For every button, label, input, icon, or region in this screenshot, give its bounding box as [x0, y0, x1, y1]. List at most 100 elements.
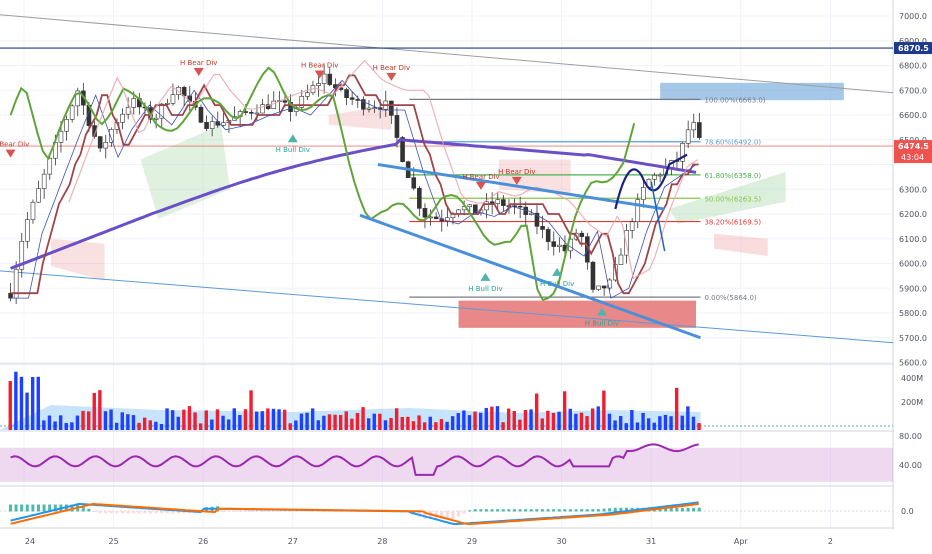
macd-histogram-bar	[507, 509, 511, 512]
macd-histogram-bar	[456, 511, 460, 517]
volume-bar	[406, 416, 410, 430]
volume-bar	[568, 408, 572, 430]
time-tick-label: 28	[377, 537, 387, 546]
volume-bar	[14, 371, 18, 430]
volume-bar	[322, 415, 326, 430]
volume-bar	[462, 410, 466, 430]
candle-body	[540, 226, 545, 230]
macd-histogram-bar	[227, 511, 231, 512]
price-tick-label: 7000.0	[899, 12, 927, 21]
candle-body	[551, 241, 557, 247]
candle-body	[47, 157, 53, 175]
bear-divergence-label: H Bear Div	[0, 141, 29, 149]
volume-bar	[25, 392, 29, 430]
volume-bar	[562, 391, 567, 430]
volume-bar	[624, 423, 628, 430]
macd-histogram-bar	[120, 511, 124, 514]
volume-bar	[282, 409, 287, 430]
volume-bar	[176, 416, 180, 430]
volume-bar	[394, 408, 399, 430]
volume-bar	[574, 413, 578, 430]
candle-body	[165, 103, 170, 105]
chart-root: 100.00%(6663.0) 78.60%(6492.0) 61.80%(6358…	[0, 0, 932, 550]
macd-histogram-bar	[462, 511, 466, 514]
candle-body	[221, 122, 226, 126]
candle-body	[327, 73, 333, 85]
rsi-band	[0, 447, 893, 482]
macd-histogram-bar	[568, 509, 572, 512]
macd-histogram-bar	[42, 504, 46, 512]
macd-histogram-bar	[311, 511, 315, 512]
macd-histogram-bar	[692, 507, 696, 512]
macd-histogram-bar	[148, 511, 152, 514]
volume-bar	[81, 410, 85, 430]
price-tick-label: 6600.0	[899, 111, 927, 120]
volume-bar	[86, 411, 91, 430]
volume-bar	[327, 414, 332, 430]
volume-bar	[288, 423, 292, 430]
candle-body	[618, 254, 624, 265]
chart-svg: 100.00%(6663.0) 78.60%(6492.0) 61.80%(6358…	[0, 0, 932, 550]
volume-bar	[523, 410, 528, 430]
price-tick-label: 5800.0	[899, 309, 927, 318]
volume-bar	[8, 381, 12, 430]
volume-bar	[652, 422, 656, 430]
candle-body	[316, 83, 321, 86]
macd-histogram-bar	[277, 511, 281, 512]
volume-bar	[254, 411, 259, 430]
candle-body	[596, 285, 601, 290]
candle-body	[170, 94, 176, 104]
macd-histogram-bar	[171, 511, 175, 514]
bear-divergence-label: H Bear Div	[180, 59, 217, 67]
volume-bar	[361, 407, 365, 430]
macd-histogram-bar	[92, 511, 96, 512]
volume-bar	[478, 412, 483, 430]
candle-body	[41, 173, 47, 189]
candle-body	[64, 119, 69, 132]
candle-body	[433, 216, 439, 220]
volume-bar	[680, 415, 684, 430]
price-tick-label: 6300.0	[899, 185, 927, 194]
candle-body	[36, 188, 41, 203]
candle-body	[271, 100, 277, 110]
macd-histogram-bar	[591, 509, 595, 512]
candle-body	[641, 187, 646, 200]
volume-bar	[193, 412, 197, 430]
price-tick-label: 6100.0	[899, 235, 927, 244]
bull-divergence-label: H Bull Div	[468, 285, 502, 293]
macd-histogram-bar	[563, 509, 567, 512]
macd-histogram-bar	[473, 509, 477, 512]
volume-bar	[165, 408, 169, 430]
candle-body	[97, 136, 103, 149]
volume-bar	[294, 420, 298, 430]
volume-bar	[372, 413, 376, 430]
volume-bar	[58, 415, 63, 430]
volume-bar	[512, 410, 516, 430]
volume-bar	[495, 406, 500, 430]
volume-bar	[266, 408, 270, 430]
macd-histogram-bar	[479, 509, 483, 512]
volume-bar	[490, 406, 494, 430]
volume-bar	[366, 418, 371, 430]
macd-histogram-bar	[244, 511, 248, 512]
time-tick-label: 25	[109, 537, 119, 546]
macd-histogram-bar	[115, 511, 119, 514]
volume-bar	[540, 418, 544, 430]
volume-bar	[98, 390, 102, 430]
macd-histogram-bar	[300, 511, 304, 512]
fib-level-label: 50.00%(6263.5)	[704, 195, 761, 203]
candle-body	[215, 121, 221, 126]
macd-histogram-bar	[31, 504, 35, 512]
macd-histogram-bar	[14, 504, 18, 512]
macd-histogram-bar	[137, 511, 141, 514]
bear-divergence-label: H Bear Div	[498, 168, 535, 176]
candle-body	[394, 115, 400, 138]
candle-body	[25, 219, 30, 242]
volume-bar	[607, 413, 612, 430]
fib-level-label: 100.00%(6663.0)	[704, 96, 765, 104]
volume-tick-label: 200M	[901, 398, 923, 407]
volume-bar	[506, 408, 511, 430]
candle-body	[579, 232, 585, 237]
volume-bar	[383, 420, 388, 430]
volume-bar	[596, 406, 600, 430]
